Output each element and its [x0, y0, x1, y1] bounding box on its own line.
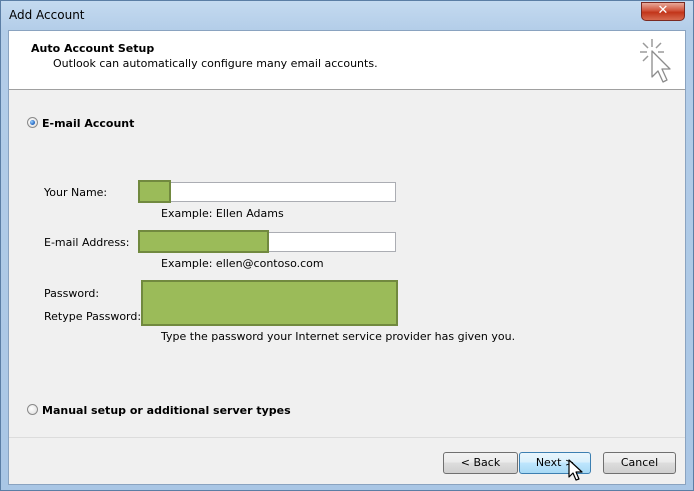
- title-bar[interactable]: Add Account ✕: [1, 1, 693, 31]
- page-subtitle: Outlook can automatically configure many…: [53, 57, 378, 70]
- email-account-radio[interactable]: [27, 117, 38, 128]
- mouse-pointer-icon: [568, 459, 583, 481]
- wizard-header: Auto Account Setup Outlook can automatic…: [9, 31, 685, 90]
- back-button[interactable]: < Back: [443, 452, 518, 474]
- password-redaction: [141, 280, 398, 326]
- your-name-example: Example: Ellen Adams: [161, 207, 284, 220]
- close-icon: ✕: [657, 3, 669, 18]
- retype-password-label: Retype Password:: [44, 310, 142, 323]
- email-address-label: E-mail Address:: [44, 236, 130, 249]
- footer-divider: [9, 437, 685, 438]
- email-address-redaction: [138, 230, 269, 253]
- dialog-client-area: Auto Account Setup Outlook can automatic…: [8, 30, 686, 485]
- close-button[interactable]: ✕: [641, 2, 685, 21]
- window-title: Add Account: [9, 8, 85, 22]
- password-hint: Type the password your Internet service …: [161, 330, 516, 343]
- password-label: Password:: [44, 287, 100, 300]
- manual-setup-label[interactable]: Manual setup or additional server types: [42, 404, 291, 417]
- your-name-field[interactable]: [139, 182, 396, 202]
- add-account-window: Add Account ✕ Auto Account Setup Outlook…: [0, 0, 694, 491]
- cancel-button[interactable]: Cancel: [603, 452, 676, 474]
- your-name-label: Your Name:: [44, 186, 108, 199]
- wizard-sparkle-cursor-icon: [640, 39, 671, 83]
- manual-setup-radio[interactable]: [27, 404, 38, 415]
- email-address-example: Example: ellen@contoso.com: [161, 257, 324, 270]
- page-title: Auto Account Setup: [31, 42, 155, 55]
- your-name-redaction: [138, 180, 171, 203]
- email-account-label[interactable]: E-mail Account: [42, 117, 134, 130]
